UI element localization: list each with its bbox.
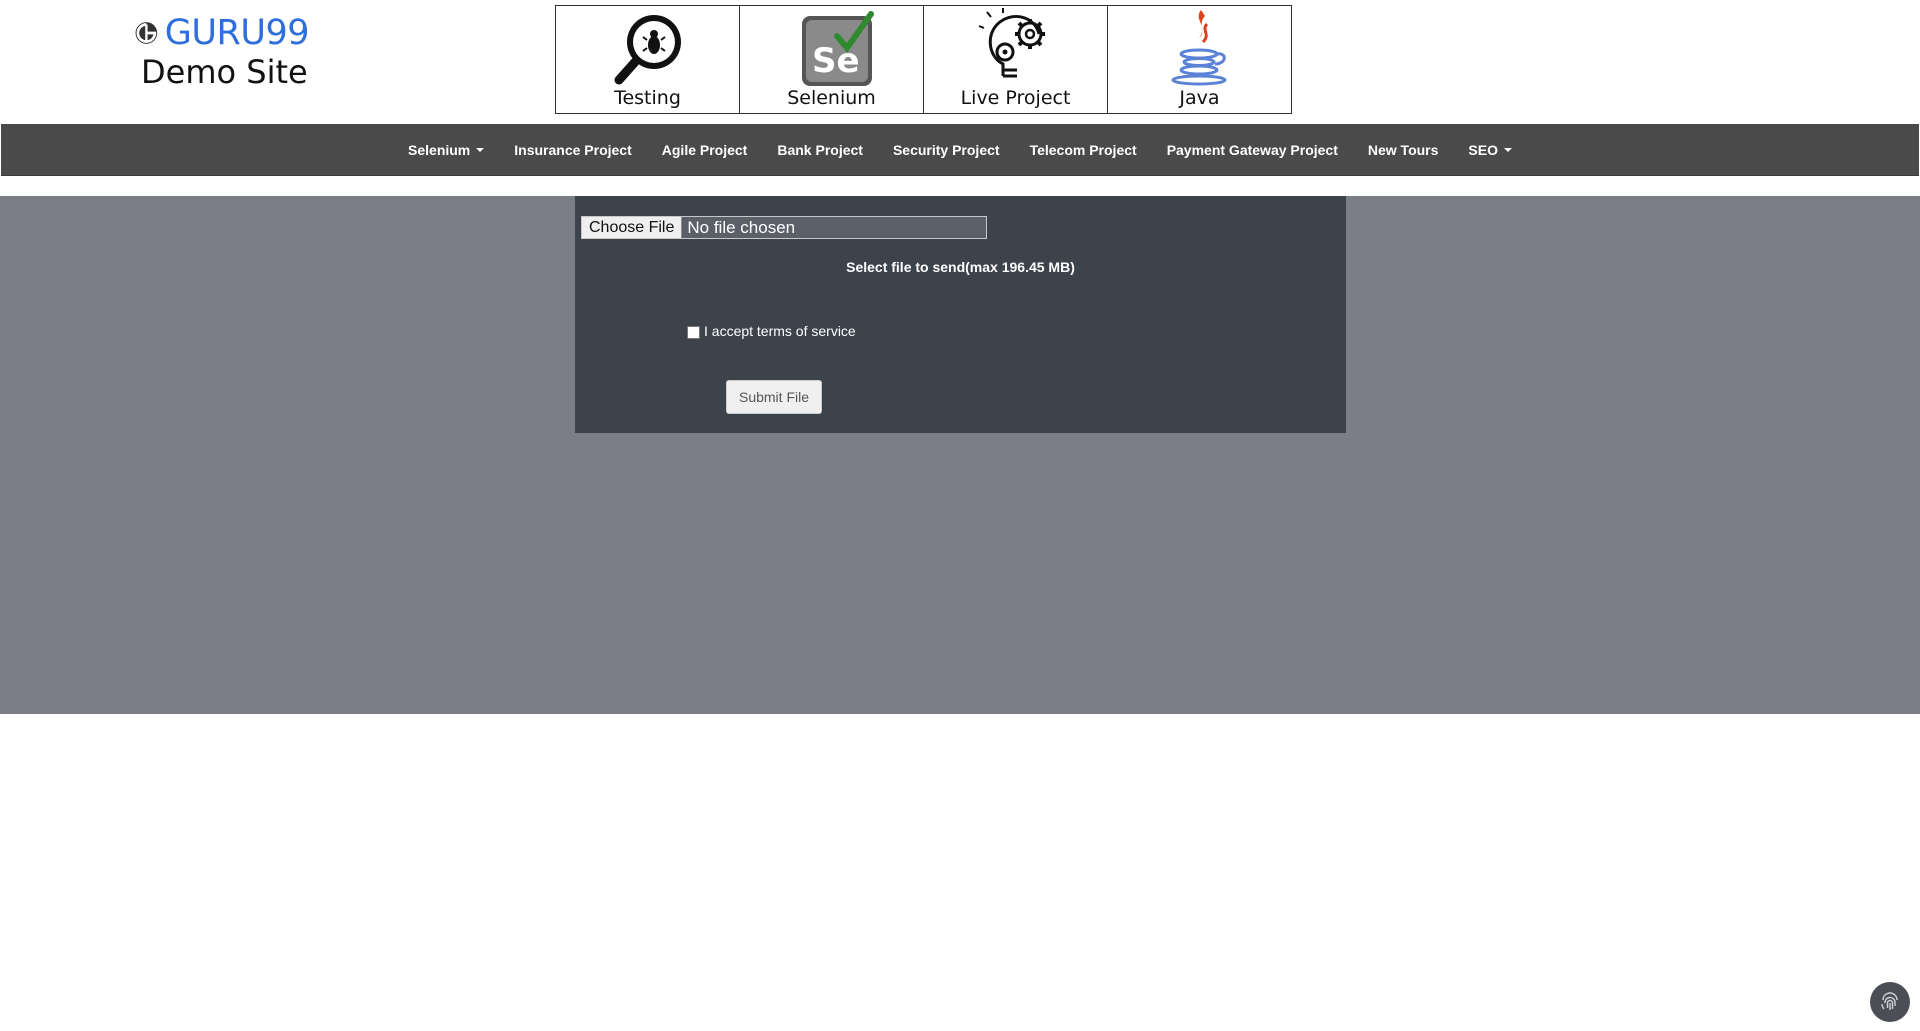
- lightbulb-gear-icon: [978, 8, 1045, 78]
- caret-down-icon: [1503, 147, 1512, 152]
- category-label-live-project: Live Project: [960, 87, 1071, 109]
- nav-item-insurance-project[interactable]: Insurance Project: [499, 142, 647, 158]
- selenium-logo-icon: Se: [801, 11, 874, 86]
- nav-label: Selenium: [408, 141, 471, 158]
- nav-item-payment-gateway-project[interactable]: Payment Gateway Project: [1152, 142, 1353, 158]
- file-upload-input[interactable]: Choose File No file chosen: [581, 216, 987, 239]
- nav-label: Bank Project: [777, 141, 863, 158]
- guru99-logo-icon: [135, 22, 158, 44]
- nav-item-selenium[interactable]: Selenium: [393, 142, 499, 158]
- site-header: GURU99 Demo Site Testing Se Selenium Liv…: [0, 0, 1920, 124]
- logo-brand-text: GURU99: [164, 13, 310, 53]
- nav-item-telecom-project[interactable]: Telecom Project: [1015, 142, 1152, 158]
- nav-item-new-tours[interactable]: New Tours: [1353, 142, 1454, 158]
- category-live-project[interactable]: Live Project: [923, 5, 1108, 114]
- nav-label: Agile Project: [661, 141, 748, 158]
- category-java[interactable]: Java: [1107, 5, 1292, 114]
- category-tiles: Testing Se Selenium Live Project Java: [555, 5, 1292, 114]
- nav-item-security-project[interactable]: Security Project: [878, 142, 1015, 158]
- fingerprint-icon: [1881, 992, 1898, 1010]
- main-navbar: Selenium Insurance Project Agile Project…: [1, 124, 1919, 176]
- guru99-logo[interactable]: GURU99 Demo Site: [134, 13, 310, 92]
- nav-label: Insurance Project: [514, 141, 632, 158]
- category-label-selenium: Selenium: [787, 87, 876, 109]
- category-selenium[interactable]: Se Selenium: [739, 5, 924, 114]
- nav-item-seo[interactable]: SEO: [1453, 142, 1527, 158]
- magnifier-bug-icon: [614, 15, 681, 85]
- terms-row: I accept terms of service: [687, 322, 856, 339]
- svg-text:Se: Se: [812, 41, 860, 81]
- nav-label: New Tours: [1367, 141, 1439, 158]
- nav-label: Telecom Project: [1029, 141, 1137, 158]
- nav-item-agile-project[interactable]: Agile Project: [647, 142, 763, 158]
- nav-label: Payment Gateway Project: [1166, 141, 1338, 158]
- accept-terms-checkbox[interactable]: [687, 326, 700, 339]
- nav-label: SEO: [1468, 141, 1498, 158]
- logo-subtitle: Demo Site: [141, 53, 308, 91]
- upload-panel: Choose File No file chosen Select file t…: [575, 196, 1346, 433]
- java-cup-icon: [1171, 10, 1226, 86]
- submit-file-button[interactable]: Submit File: [726, 380, 822, 414]
- category-label-testing: Testing: [614, 87, 681, 109]
- caret-down-icon: [476, 147, 485, 152]
- nav-label: Security Project: [892, 141, 1000, 158]
- floating-fingerprint-button[interactable]: [1870, 982, 1910, 1022]
- choose-file-button[interactable]: Choose File: [582, 217, 683, 238]
- select-file-hint: Select file to send(max 196.45 MB): [846, 259, 1075, 275]
- category-label-java: Java: [1179, 87, 1220, 109]
- nav-item-bank-project[interactable]: Bank Project: [762, 142, 878, 158]
- category-testing[interactable]: Testing: [555, 5, 740, 114]
- file-status-text: No file chosen: [687, 217, 796, 237]
- accept-terms-label[interactable]: I accept terms of service: [704, 323, 856, 339]
